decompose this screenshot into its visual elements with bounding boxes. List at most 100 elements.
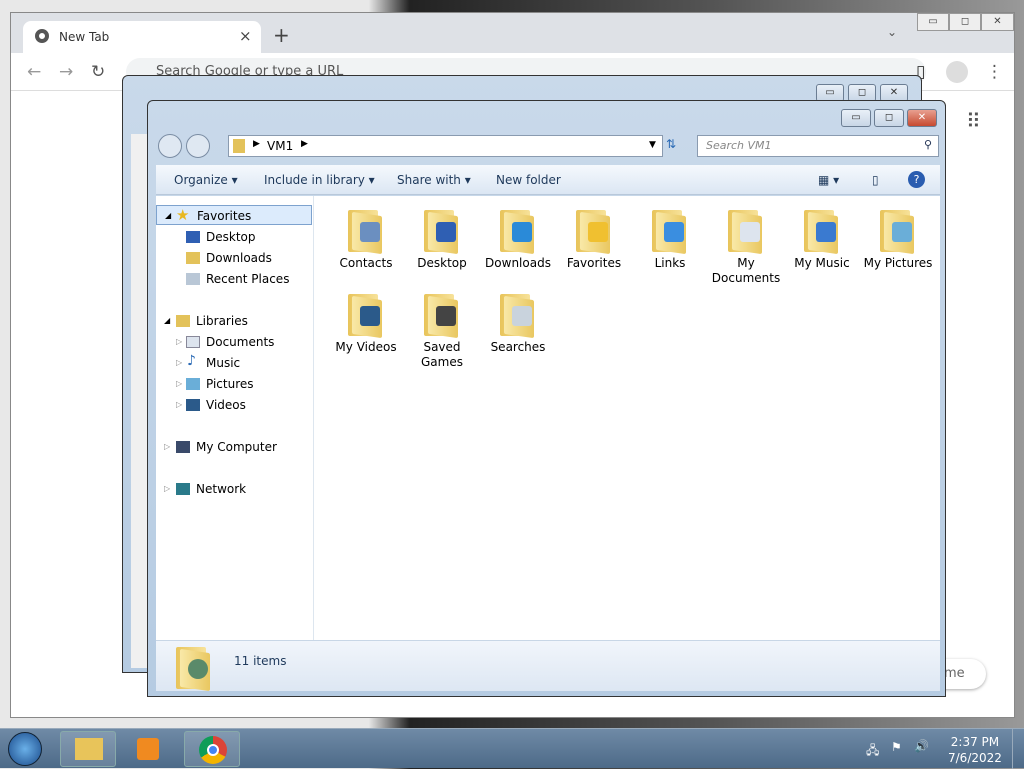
nav-music[interactable]: ▷ ♪ Music <box>156 353 312 373</box>
expand-icon[interactable]: ▷ <box>176 358 182 367</box>
libraries-icon <box>176 315 190 327</box>
nav-favorites[interactable]: ◢ ★ Favorites <box>156 205 312 225</box>
downloads-icon <box>186 252 200 264</box>
network-tray-icon[interactable]: 🖧 <box>866 741 879 762</box>
folder-name: Searches <box>490 340 546 354</box>
music-icon: ♪ <box>187 353 196 369</box>
tab-strip: New Tab × + ⌄ ▭ ◻ ✕ <box>11 13 1014 53</box>
address-dropdown-icon[interactable]: ▼ <box>649 140 656 150</box>
start-button[interactable] <box>8 732 42 766</box>
computer-icon <box>176 441 190 453</box>
folder-item[interactable]: Favorites <box>556 202 632 286</box>
action-center-flag-icon[interactable]: ⚑ <box>891 740 902 754</box>
folder-item[interactable]: Links <box>632 202 708 286</box>
close-button[interactable]: ✕ <box>907 109 937 127</box>
close-button[interactable]: ✕ <box>981 13 1014 31</box>
folder-name: Favorites <box>566 256 622 270</box>
expand-icon[interactable]: ▷ <box>176 400 182 409</box>
nav-label: Libraries <box>196 314 248 328</box>
nav-videos[interactable]: ▷ Videos <box>156 395 312 415</box>
refresh-icon[interactable]: ⇅ <box>666 137 676 151</box>
organize-button[interactable]: Organize ▾ <box>174 173 238 187</box>
folder-item[interactable]: Desktop <box>404 202 480 286</box>
help-icon[interactable]: ? <box>908 171 925 188</box>
search-placeholder: Search VM1 <box>706 139 772 152</box>
folder-item[interactable]: Contacts <box>328 202 404 286</box>
minimize-button[interactable]: ▭ <box>841 109 871 127</box>
time: 2:37 PM <box>950 735 1000 749</box>
folder-item[interactable]: Saved Games <box>404 286 480 370</box>
folder-item[interactable]: My Music <box>784 202 860 286</box>
new-folder-button[interactable]: New folder <box>496 173 561 187</box>
nav-libraries[interactable]: ◢ Libraries <box>156 311 312 331</box>
reload-icon[interactable]: ↻ <box>91 62 105 82</box>
include-in-library-button[interactable]: Include in library ▾ <box>264 173 375 187</box>
expand-icon[interactable]: ◢ <box>164 316 170 325</box>
nav-my-computer[interactable]: ▷ My Computer <box>156 437 312 457</box>
folder-item[interactable]: My Pictures <box>860 202 936 286</box>
menu-icon[interactable]: ⋮ <box>986 62 1003 82</box>
folder-name: Saved Games <box>421 340 463 369</box>
taskbar-media-player[interactable] <box>122 731 178 767</box>
tab-new-tab[interactable]: New Tab × <box>23 21 261 53</box>
item-count: 11 items <box>234 654 287 668</box>
pictures-icon <box>186 378 200 390</box>
forward-icon[interactable]: → <box>59 62 73 82</box>
search-input[interactable]: Search VM1 ⚲ <box>697 135 939 157</box>
breadcrumb-arrow-icon[interactable]: ▶ <box>301 139 308 149</box>
taskbar-explorer[interactable] <box>60 731 116 767</box>
expand-icon[interactable]: ▷ <box>164 484 170 493</box>
address-bar[interactable]: ▶ VM1 ▶ ▼ <box>228 135 663 157</box>
network-icon <box>176 483 190 495</box>
folder-icon <box>726 208 766 255</box>
folder-item[interactable]: My Documents <box>708 202 784 286</box>
recent-places-icon <box>186 273 200 285</box>
breadcrumb-vm1[interactable]: VM1 <box>267 139 293 153</box>
nav-downloads[interactable]: Downloads <box>156 248 312 268</box>
volume-icon[interactable]: 🔊 <box>914 739 929 753</box>
search-icon: ⚲ <box>923 138 932 151</box>
nav-desktop[interactable]: Desktop <box>156 227 312 247</box>
close-tab-icon[interactable]: × <box>239 27 252 45</box>
new-tab-button[interactable]: + <box>273 23 290 47</box>
expand-icon[interactable]: ▷ <box>176 379 182 388</box>
preview-pane-icon[interactable]: ▯ <box>872 173 879 187</box>
folder-icon <box>802 208 842 255</box>
clock[interactable]: 2:37 PM 7/6/2022 <box>948 734 1002 766</box>
back-button[interactable] <box>158 134 182 158</box>
breadcrumb-arrow-icon: ▶ <box>253 139 260 149</box>
show-desktop-button[interactable] <box>1012 729 1024 769</box>
profile-avatar[interactable] <box>946 61 968 83</box>
folder-name: My Music <box>794 256 850 270</box>
expand-icon[interactable]: ▷ <box>176 337 182 346</box>
restore-button[interactable]: ◻ <box>949 13 981 31</box>
nav-label: Desktop <box>206 230 256 244</box>
expand-icon[interactable]: ▷ <box>164 442 170 451</box>
share-label: Share with <box>397 173 461 187</box>
nav-network[interactable]: ▷ Network <box>156 479 312 499</box>
change-view-icon[interactable]: ▦ ▾ <box>818 173 839 187</box>
nav-pictures[interactable]: ▷ Pictures <box>156 374 312 394</box>
desktop-icon <box>186 231 200 243</box>
folder-icon <box>422 292 462 339</box>
apps-grid-icon[interactable]: ⠿ <box>966 109 981 133</box>
minimize-button[interactable]: ▭ <box>917 13 949 31</box>
nav-documents[interactable]: ▷ Documents <box>156 332 312 352</box>
forward-button[interactable] <box>186 134 210 158</box>
share-with-button[interactable]: Share with ▾ <box>397 173 471 187</box>
folder-item[interactable]: Downloads <box>480 202 556 286</box>
expand-icon[interactable]: ◢ <box>165 211 171 220</box>
date: 7/6/2022 <box>948 751 1002 765</box>
nav-recent-places[interactable]: Recent Places <box>156 269 312 289</box>
maximize-button[interactable]: ◻ <box>874 109 904 127</box>
tab-search-chevron-icon[interactable]: ⌄ <box>887 25 897 39</box>
taskbar-chrome[interactable] <box>184 731 240 767</box>
tab-title: New Tab <box>59 30 110 44</box>
chrome-icon <box>35 29 49 43</box>
nav-label: Videos <box>206 398 246 412</box>
folder-name: Desktop <box>417 256 467 270</box>
folder-name: My Documents <box>711 256 781 285</box>
folder-item[interactable]: Searches <box>480 286 556 370</box>
folder-item[interactable]: My Videos <box>328 286 404 370</box>
back-icon[interactable]: ← <box>27 62 41 82</box>
